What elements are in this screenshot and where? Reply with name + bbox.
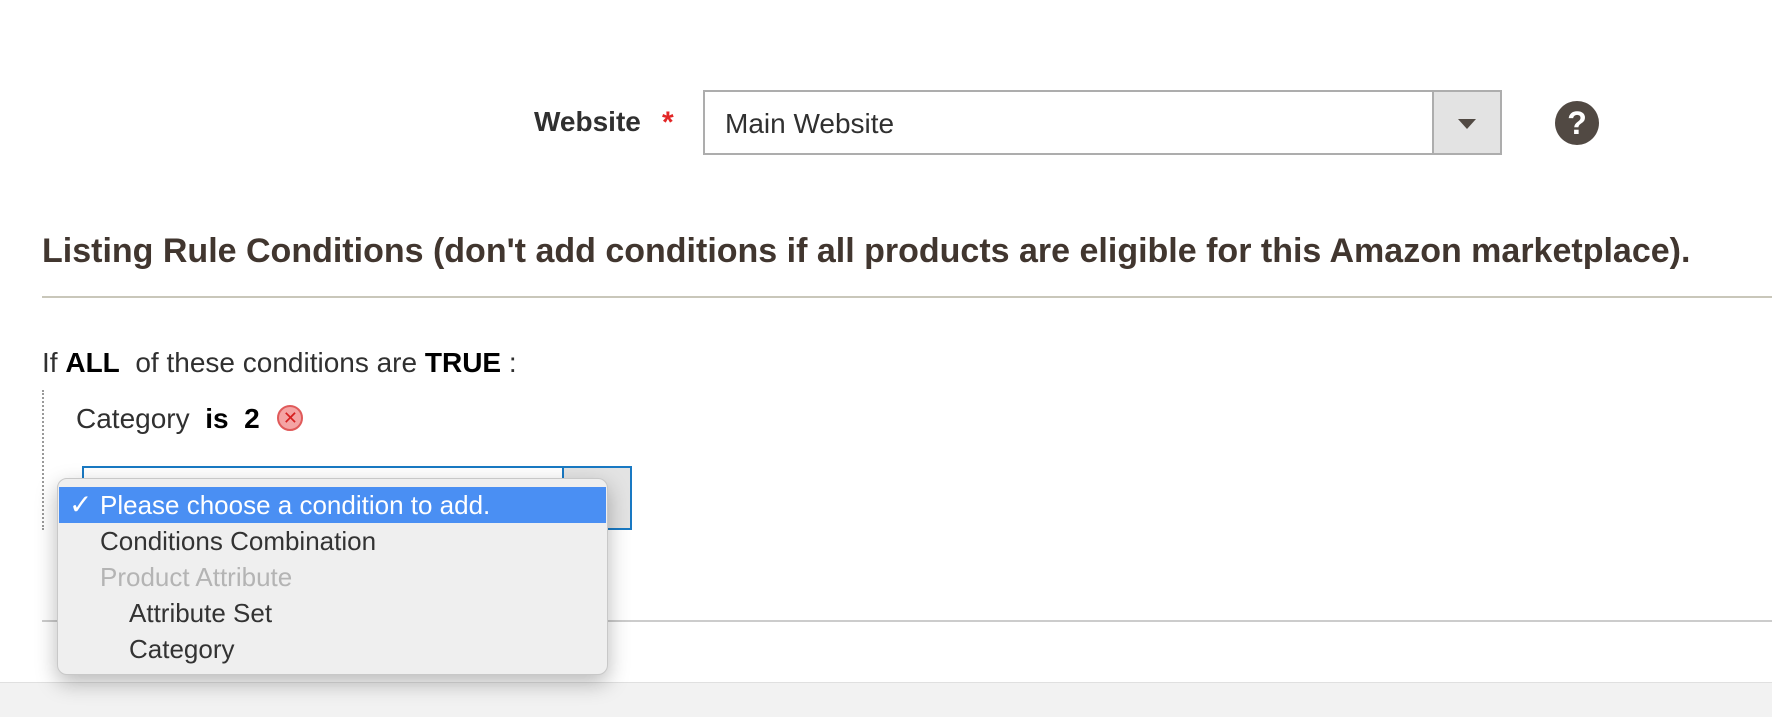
- section-title: Listing Rule Conditions (don't add condi…: [42, 232, 1691, 270]
- dropdown-option-label: Conditions Combination: [100, 526, 377, 556]
- conditions-intro: If ALL of these conditions are TRUE :: [42, 347, 517, 379]
- conditions-intro-middle: of these conditions are: [135, 347, 418, 378]
- condition-attribute: Category: [76, 403, 190, 434]
- website-label: Website: [534, 106, 641, 137]
- website-select[interactable]: Main Website: [703, 90, 1502, 155]
- dropdown-group-label: Product Attribute: [100, 562, 293, 592]
- checkmark-icon: ✓: [69, 488, 93, 521]
- conditions-intro-suffix: :: [508, 347, 517, 378]
- dropdown-group-product-attribute: Product Attribute: [58, 559, 607, 595]
- condition-operator[interactable]: is: [205, 403, 228, 434]
- footer-band: [0, 682, 1772, 717]
- aggregator-toggle[interactable]: ALL: [65, 347, 119, 378]
- conditions-tree-line: [42, 390, 44, 530]
- add-condition-dropdown[interactable]: ✓ Please choose a condition to add. Cond…: [57, 478, 608, 675]
- conditions-intro-prefix: If: [42, 347, 58, 378]
- dropdown-option-category[interactable]: Category: [58, 631, 607, 667]
- dropdown-option-attribute-set[interactable]: Attribute Set: [58, 595, 607, 631]
- dropdown-option-placeholder[interactable]: ✓ Please choose a condition to add.: [59, 487, 606, 523]
- required-indicator: *: [662, 106, 674, 139]
- dropdown-option-label: Attribute Set: [129, 598, 273, 628]
- condition-value-toggle[interactable]: TRUE: [425, 347, 501, 378]
- dropdown-option-conditions-combination[interactable]: Conditions Combination: [58, 523, 607, 559]
- website-select-toggle[interactable]: [1432, 92, 1500, 153]
- section-divider: [42, 296, 1772, 298]
- condition-item: Category is 2 ✕: [76, 403, 304, 435]
- condition-value[interactable]: 2: [244, 403, 260, 434]
- website-select-value: Main Website: [725, 108, 895, 139]
- help-icon[interactable]: ?: [1555, 101, 1599, 145]
- dropdown-option-label: Please choose a condition to add.: [100, 490, 491, 520]
- chevron-down-icon: [1458, 119, 1476, 129]
- remove-condition-icon[interactable]: ✕: [277, 404, 304, 431]
- dropdown-option-label: Category: [129, 634, 235, 664]
